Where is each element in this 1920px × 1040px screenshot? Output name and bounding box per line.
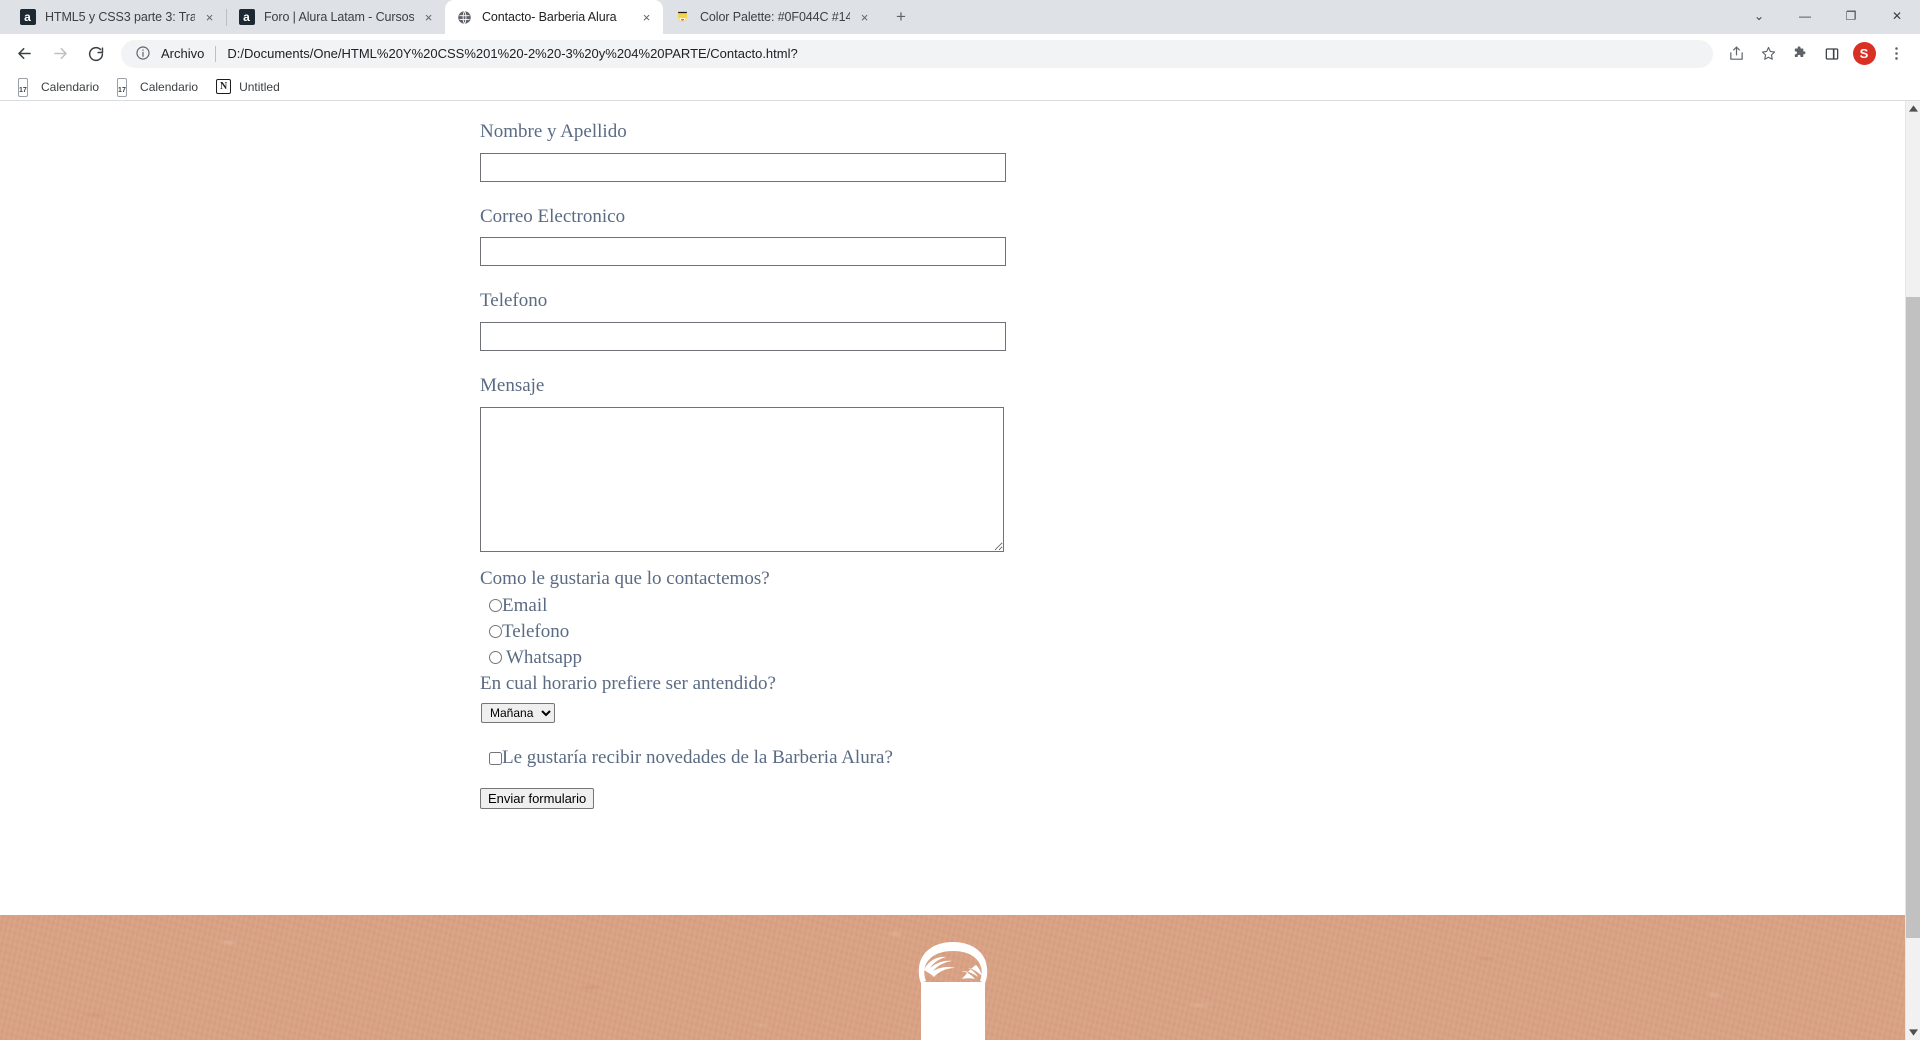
- radio-email-label: Email: [502, 595, 548, 617]
- close-icon[interactable]: ×: [638, 9, 655, 26]
- scroll-up-arrow-icon[interactable]: [1906, 101, 1920, 116]
- browser-tab-2[interactable]: a Foro | Alura Latam - Cursos onlin ×: [227, 0, 445, 34]
- coolors-icon: [674, 9, 691, 26]
- schedule-select-wrapper: Mañana: [481, 703, 1010, 724]
- submit-button[interactable]: Enviar formulario: [480, 788, 595, 810]
- bookmark-label: Calendario: [41, 79, 100, 94]
- newsletter-label: Le gustaría recibir novedades de la Barb…: [502, 747, 893, 769]
- notion-icon: N: [216, 78, 232, 95]
- reload-icon[interactable]: [81, 39, 111, 69]
- schedule-question: En cual horario prefiere ser antendido?: [480, 673, 776, 695]
- browser-tab-3-active[interactable]: Contacto- Barberia Alura ×: [445, 0, 663, 34]
- omnibox-divider: [215, 45, 217, 62]
- label-nombre-apellido: Nombre y Apellido: [480, 121, 627, 142]
- page-content: Nombre y Apellido Correo Electronico Tel…: [0, 101, 1905, 1040]
- newsletter-checkbox-row[interactable]: Le gustaría recibir novedades de la Barb…: [489, 747, 1010, 769]
- tab-title: Color Palette: #0F044C #141E61: [700, 10, 850, 24]
- nombre-apellido-input[interactable]: [480, 152, 1006, 182]
- forward-arrow-icon: [45, 39, 75, 69]
- label-mensaje: Mensaje: [480, 374, 545, 396]
- label-correo-electronico: Correo Electronico: [480, 205, 626, 227]
- bookmark-item-calendario-1[interactable]: 17 Calendario: [10, 76, 107, 98]
- close-icon[interactable]: ×: [856, 9, 873, 26]
- bookmark-item-untitled[interactable]: N Untitled: [208, 76, 288, 98]
- horario-select[interactable]: Mañana: [481, 703, 555, 724]
- tab-strip: a HTML5 y CSS3 parte 3: Trabajand × a Fo…: [0, 0, 1920, 34]
- page-footer: [0, 915, 1905, 1040]
- url-scheme-label: Archivo: [161, 46, 205, 61]
- close-icon[interactable]: ×: [201, 9, 218, 26]
- bookmark-label: Calendario: [140, 79, 199, 94]
- radio-whatsapp-input[interactable]: [489, 651, 502, 665]
- tab-search-icon[interactable]: ⌄: [1736, 0, 1782, 32]
- profile-initial: S: [1852, 42, 1876, 65]
- new-tab-button[interactable]: +: [887, 3, 915, 31]
- close-icon[interactable]: ×: [420, 9, 437, 26]
- tab-title: HTML5 y CSS3 parte 3: Trabajand: [45, 10, 195, 24]
- share-icon[interactable]: [1721, 39, 1751, 69]
- calendar-icon: 17: [117, 77, 133, 97]
- contact-method-question: Como le gustaria que lo contactemos?: [480, 567, 770, 589]
- site-info-icon[interactable]: [135, 45, 152, 62]
- scroll-down-arrow-icon[interactable]: [1906, 1025, 1920, 1040]
- browser-toolbar: Archivo D:/Documents/One/HTML%20Y%20CSS%…: [0, 34, 1920, 73]
- tab-title: Contacto- Barberia Alura: [482, 10, 617, 24]
- globe-icon: [456, 9, 473, 26]
- newsletter-checkbox-input[interactable]: [489, 751, 502, 765]
- puzzle-icon[interactable]: [1785, 39, 1815, 69]
- bookmark-label: Untitled: [239, 79, 280, 94]
- browser-tab-1[interactable]: a HTML5 y CSS3 parte 3: Trabajand ×: [8, 0, 226, 34]
- radio-email-input[interactable]: [489, 599, 502, 613]
- bookmarks-bar: 17 Calendario 17 Calendario N Untitled: [0, 73, 1920, 101]
- address-bar[interactable]: Archivo D:/Documents/One/HTML%20Y%20CSS%…: [121, 39, 1713, 68]
- avatar[interactable]: S: [1849, 39, 1879, 69]
- scrollbar-thumb[interactable]: [1906, 297, 1920, 938]
- radio-whatsapp-label: Whatsapp: [506, 647, 582, 669]
- url-text: D:/Documents/One/HTML%20Y%20CSS%201%20-2…: [227, 46, 798, 61]
- mensaje-textarea[interactable]: [480, 406, 1004, 552]
- correo-electronico-input[interactable]: [480, 237, 1006, 267]
- page-viewport: Nombre y Apellido Correo Electronico Tel…: [0, 101, 1920, 1040]
- minimize-button[interactable]: —: [1782, 0, 1828, 32]
- window-controls: ⌄ — ❐ ✕: [1736, 0, 1920, 32]
- three-dot-menu-icon[interactable]: [1881, 39, 1911, 69]
- label-telefono: Telefono: [480, 290, 548, 312]
- telefono-input[interactable]: [480, 321, 1006, 351]
- close-window-button[interactable]: ✕: [1874, 0, 1920, 32]
- star-icon[interactable]: [1753, 39, 1783, 69]
- browser-tab-4[interactable]: Color Palette: #0F044C #141E61 ×: [663, 0, 881, 34]
- page-scrollbar[interactable]: [1905, 101, 1920, 1040]
- back-arrow-icon[interactable]: [9, 39, 39, 69]
- contact-form: Nombre y Apellido Correo Electronico Tel…: [480, 119, 1010, 810]
- side-panel-icon[interactable]: [1817, 39, 1847, 69]
- calendar-icon: 17: [18, 77, 34, 97]
- alura-icon: a: [19, 9, 36, 26]
- radio-option-email[interactable]: Email: [489, 593, 1010, 618]
- radio-option-whatsapp[interactable]: Whatsapp: [489, 645, 1010, 670]
- maximize-button[interactable]: ❐: [1828, 0, 1874, 32]
- browser-window: a HTML5 y CSS3 parte 3: Trabajand × a Fo…: [0, 0, 1920, 1040]
- alura-icon: a: [238, 9, 255, 26]
- radio-telefono-input[interactable]: [489, 625, 502, 639]
- radio-telefono-label: Telefono: [502, 621, 570, 643]
- bookmark-item-calendario-2[interactable]: 17 Calendario: [109, 76, 206, 98]
- radio-option-telefono[interactable]: Telefono: [489, 619, 1010, 644]
- barber-man-illustration: [918, 942, 987, 1040]
- tab-title: Foro | Alura Latam - Cursos onlin: [264, 10, 414, 24]
